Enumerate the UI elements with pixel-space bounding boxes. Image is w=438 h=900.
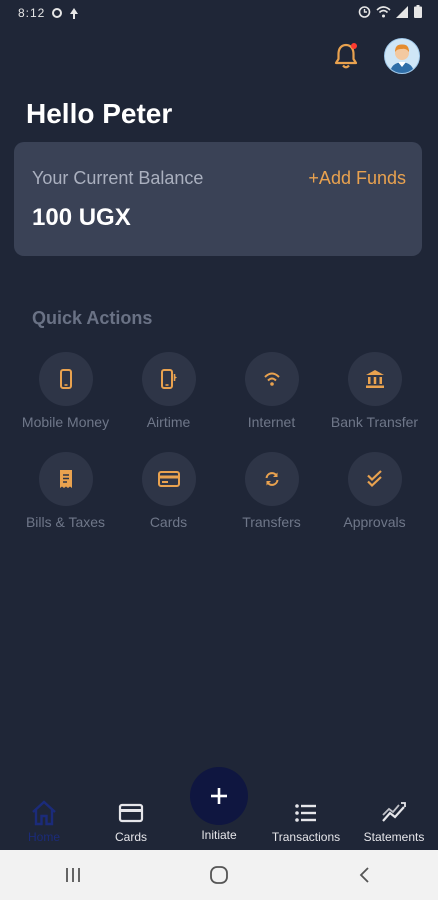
quick-action-label: Airtime — [146, 414, 191, 430]
nav-label: Transactions — [271, 830, 341, 844]
quick-action-icon-circle — [141, 352, 196, 406]
wifi-icon — [263, 372, 280, 386]
signal-icon — [396, 5, 408, 18]
initiate-label: Initiate — [201, 828, 237, 842]
status-left: 8:12 — [18, 6, 79, 20]
home-icon — [32, 800, 56, 826]
trending-chart-icon — [382, 802, 406, 822]
bank-icon — [365, 370, 384, 388]
greeting-heading: Hello Peter — [26, 98, 173, 129]
quick-action-icon-circle — [347, 452, 402, 506]
quick-actions-title: Quick Actions — [32, 308, 153, 328]
home-circle-icon — [210, 866, 228, 884]
nav-label: Cards — [114, 830, 147, 844]
alarm-icon — [358, 6, 371, 18]
quick-action-airtime[interactable]: Airtime — [117, 352, 220, 430]
quick-action-approvals[interactable]: Approvals — [323, 452, 426, 530]
home-system-button[interactable] — [189, 855, 249, 895]
status-time: 8:12 — [18, 6, 46, 20]
recent-apps-button[interactable] — [43, 855, 103, 895]
notification-badge — [351, 43, 357, 49]
status-bar: 8:12 — [0, 0, 438, 28]
quick-action-bills-taxes[interactable]: Bills & Taxes — [14, 452, 117, 530]
notifications-button[interactable] — [328, 38, 364, 74]
quick-action-icon-circle — [244, 352, 299, 406]
settings-status-icon — [52, 8, 63, 18]
quick-action-label: Mobile Money — [21, 414, 110, 430]
nav-label: Home — [27, 830, 60, 844]
quick-action-cards[interactable]: Cards — [117, 452, 220, 530]
add-funds-button[interactable]: +Add Funds — [308, 168, 406, 189]
sync-icon — [265, 472, 278, 486]
quick-actions-grid: Mobile Money Airtime Internet Bank Trans… — [14, 352, 426, 530]
quick-action-icon-circle — [347, 352, 402, 406]
recent-apps-icon — [66, 868, 80, 882]
balance-label: Your Current Balance — [32, 168, 204, 188]
quick-action-label: Bank Transfer — [330, 414, 419, 430]
airtime-phone-icon — [160, 369, 177, 389]
system-navigation-bar — [0, 850, 438, 900]
quick-action-bank-transfer[interactable]: Bank Transfer — [323, 352, 426, 430]
battery-icon — [414, 5, 422, 18]
notification-status-icon — [70, 7, 79, 19]
quick-action-label: Internet — [247, 414, 296, 430]
back-button[interactable] — [335, 855, 395, 895]
plus-icon — [211, 788, 227, 804]
balance-value: 100 UGX — [32, 204, 131, 231]
double-check-icon — [366, 470, 382, 488]
user-avatar-icon — [385, 39, 419, 73]
nav-statements[interactable]: Statements — [350, 800, 438, 844]
quick-action-internet[interactable]: Internet — [220, 352, 323, 430]
credit-card-icon — [157, 471, 180, 487]
quick-action-label: Approvals — [343, 514, 406, 530]
bottom-nav: Home Cards Initiate Transactions Stateme… — [0, 767, 438, 850]
quick-action-icon-circle — [38, 452, 93, 506]
quick-action-icon-circle — [38, 352, 93, 406]
nav-transactions[interactable]: Transactions — [262, 800, 350, 844]
nav-home[interactable]: Home — [0, 800, 88, 844]
nav-label: Statements — [363, 830, 425, 844]
status-right — [358, 5, 422, 18]
avatar[interactable] — [384, 38, 420, 74]
top-actions — [328, 38, 420, 74]
credit-card-icon — [118, 803, 144, 823]
quick-action-icon-circle — [141, 452, 196, 506]
quick-action-transfers[interactable]: Transfers — [220, 452, 323, 530]
nav-cards[interactable]: Cards — [87, 800, 175, 844]
quick-action-label: Bills & Taxes — [25, 514, 106, 530]
back-chevron-icon — [359, 867, 369, 883]
quick-action-mobile-money[interactable]: Mobile Money — [14, 352, 117, 430]
list-icon — [295, 804, 316, 822]
quick-action-label: Transfers — [242, 514, 301, 530]
mobile-phone-icon — [59, 369, 72, 389]
quick-action-label: Cards — [149, 514, 188, 530]
quick-action-icon-circle — [244, 452, 299, 506]
wifi-status-icon — [376, 5, 391, 17]
balance-card: Your Current Balance +Add Funds 100 UGX — [14, 142, 422, 256]
initiate-fab-button[interactable] — [190, 767, 248, 825]
receipt-icon — [59, 470, 72, 488]
